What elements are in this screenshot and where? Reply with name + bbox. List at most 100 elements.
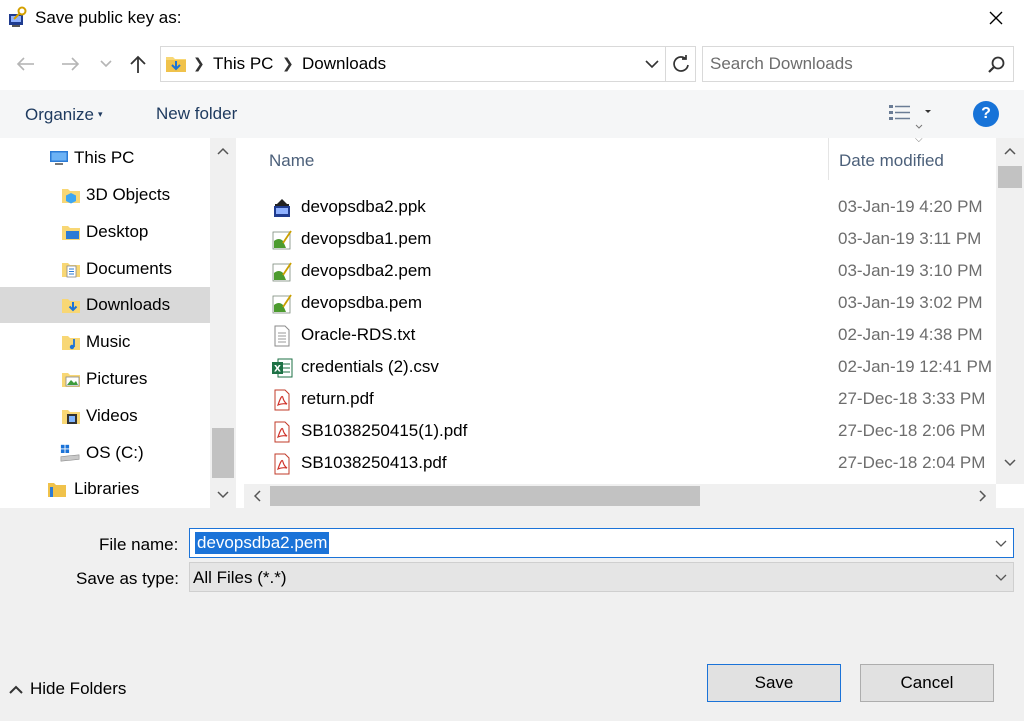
- nav-item-label: Videos: [86, 406, 138, 425]
- breadcrumb-separator-icon[interactable]: ❯: [282, 55, 294, 72]
- nav-item-documents[interactable]: Documents: [0, 251, 210, 287]
- save-form: File name: devopsdba2.pem Save as type: …: [0, 508, 1024, 721]
- scroll-right-button[interactable]: [970, 484, 996, 508]
- scroll-left-button[interactable]: [244, 484, 270, 508]
- svg-text:X: X: [274, 365, 281, 375]
- up-button[interactable]: [121, 47, 155, 81]
- certificate-file-icon: [272, 230, 292, 250]
- folder-videos-icon: [62, 410, 80, 424]
- sort-indicator-icon: ⌵: [915, 138, 923, 145]
- file-name: return.pdf: [301, 389, 374, 408]
- nav-item-3d-objects[interactable]: 3D Objects: [0, 177, 210, 213]
- column-header-date-modified[interactable]: Date modified: [839, 150, 944, 172]
- horizontal-scrollbar[interactable]: [244, 484, 996, 508]
- chevron-down-icon[interactable]: [643, 57, 661, 71]
- pdf-file-icon: [274, 453, 290, 475]
- file-row[interactable]: devopsdba1.pem 03-Jan-19 3:11 PM: [244, 223, 994, 255]
- chevron-left-icon: [253, 490, 261, 502]
- nav-item-pictures[interactable]: Pictures: [0, 361, 210, 397]
- file-date: 27-Dec-18 2:04 PM: [838, 453, 986, 472]
- folder-documents-icon: [62, 263, 80, 278]
- address-bar[interactable]: ❯ This PC ❯ Downloads: [160, 46, 666, 82]
- caret-down-icon: ▾: [97, 109, 103, 119]
- breadcrumb-this-pc[interactable]: This PC: [213, 53, 273, 75]
- close-button[interactable]: [974, 2, 1018, 34]
- file-name-value[interactable]: devopsdba2.pem: [195, 532, 330, 554]
- nav-item-libraries[interactable]: Libraries: [0, 471, 210, 507]
- new-folder-button[interactable]: New folder: [156, 103, 237, 125]
- help-button[interactable]: ?: [973, 101, 999, 127]
- chevron-down-icon: [995, 574, 1007, 581]
- file-date: 03-Jan-19 3:02 PM: [838, 293, 983, 312]
- breadcrumb-separator-icon[interactable]: ❯: [193, 55, 205, 72]
- forward-button[interactable]: [53, 47, 87, 81]
- scroll-down-button[interactable]: [210, 482, 236, 508]
- file-row[interactable]: devopsdba2.ppk 03-Jan-19 4:20 PM: [244, 191, 994, 223]
- nav-item-videos[interactable]: Videos: [0, 398, 210, 434]
- search-icon[interactable]: [987, 55, 1007, 75]
- hide-folders-label: Hide Folders: [30, 679, 127, 698]
- nav-item-label: Libraries: [74, 479, 140, 498]
- scroll-down-button[interactable]: [996, 450, 1024, 476]
- scroll-thumb[interactable]: [270, 486, 700, 506]
- chevron-up-icon: [1004, 147, 1016, 155]
- back-button[interactable]: [9, 47, 43, 81]
- close-icon: [989, 11, 1003, 25]
- nav-scrollbar[interactable]: [210, 138, 236, 508]
- file-date: 03-Jan-19 3:11 PM: [838, 229, 982, 248]
- file-row[interactable]: Oracle-RDS.txt 02-Jan-19 4:38 PM: [244, 319, 994, 351]
- folder-downloads-icon: [166, 57, 186, 72]
- scroll-thumb[interactable]: [998, 166, 1022, 188]
- refresh-button[interactable]: [666, 46, 696, 82]
- folder-pictures-icon: [62, 373, 80, 387]
- nav-item-this-pc[interactable]: This PC: [0, 140, 210, 176]
- chevron-down-icon: [100, 60, 112, 68]
- computer-icon: [50, 151, 68, 165]
- file-row[interactable]: devopsdba.pem 03-Jan-19 3:02 PM: [244, 287, 994, 319]
- save-button[interactable]: Save: [707, 664, 841, 702]
- file-row[interactable]: SB1038250413.pdf 27-Dec-18 2:04 PM: [244, 447, 994, 479]
- certificate-file-icon: [272, 262, 292, 282]
- chevron-down-icon[interactable]: [994, 537, 1008, 549]
- column-divider[interactable]: [828, 138, 829, 180]
- scroll-thumb[interactable]: [212, 428, 234, 478]
- file-row[interactable]: devopsdba2.pem 03-Jan-19 3:10 PM: [244, 255, 994, 287]
- file-row[interactable]: return.pdf 27-Dec-18 3:33 PM: [244, 383, 994, 415]
- folder-music-icon: [62, 336, 80, 350]
- cancel-button[interactable]: Cancel: [860, 664, 994, 702]
- recent-locations-button[interactable]: [91, 47, 121, 81]
- nav-item-label: Desktop: [86, 222, 149, 241]
- nav-item-downloads[interactable]: Downloads: [0, 287, 210, 323]
- scroll-up-button[interactable]: [996, 138, 1024, 164]
- hide-folders-button[interactable]: Hide Folders: [8, 678, 126, 700]
- chevron-up-icon: [9, 685, 23, 694]
- arrow-right-icon: [62, 57, 80, 71]
- save-as-type-label: Save as type:: [76, 569, 180, 588]
- save-as-type-select[interactable]: All Files (*.*): [189, 562, 1014, 592]
- nav-item-os-drive[interactable]: OS (C:): [0, 435, 210, 471]
- column-header-name[interactable]: Name: [269, 150, 314, 172]
- folder-downloads-icon: [62, 299, 80, 313]
- file-date: 02-Jan-19 4:38 PM: [838, 325, 983, 344]
- nav-item-music[interactable]: Music: [0, 324, 210, 360]
- view-options-button[interactable]: [888, 103, 934, 129]
- breadcrumb-downloads[interactable]: Downloads: [302, 53, 386, 75]
- file-name: Oracle-RDS.txt: [301, 325, 416, 344]
- file-name: devopsdba2.pem: [301, 261, 432, 280]
- file-name-label: File name:: [99, 535, 179, 554]
- chevron-right-icon: [979, 490, 987, 502]
- ppk-file-icon: [274, 199, 290, 217]
- organize-button[interactable]: Organize ▾: [25, 103, 103, 126]
- file-date: 03-Jan-19 3:10 PM: [838, 261, 983, 280]
- scroll-up-button[interactable]: [210, 138, 236, 164]
- file-row[interactable]: SB1038250415(1).pdf 27-Dec-18 2:06 PM: [244, 415, 994, 447]
- file-name-input[interactable]: devopsdba2.pem: [189, 528, 1014, 558]
- file-row[interactable]: X credentials (2).csv 02-Jan-19 12:41 PM: [244, 351, 994, 383]
- vertical-scrollbar[interactable]: [996, 138, 1024, 484]
- drive-icon: [60, 444, 80, 462]
- search-box[interactable]: [702, 46, 1014, 82]
- nav-item-desktop[interactable]: Desktop: [0, 214, 210, 250]
- file-date: 03-Jan-19 4:20 PM: [838, 197, 983, 216]
- folder-3d-icon: [62, 189, 80, 204]
- search-input[interactable]: [710, 53, 975, 75]
